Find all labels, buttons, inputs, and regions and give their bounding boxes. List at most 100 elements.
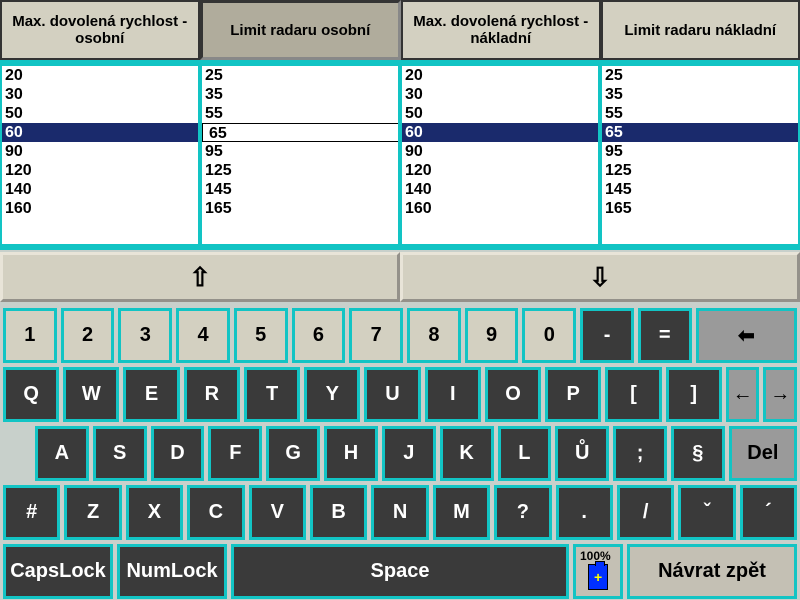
key-ˇ[interactable]: ˇ	[678, 485, 735, 540]
key-B[interactable]: B	[310, 485, 367, 540]
list-item[interactable]: 165	[202, 199, 398, 218]
key-7[interactable]: 7	[349, 308, 403, 363]
key-;[interactable]: ;	[613, 426, 667, 481]
list-item[interactable]: 65	[602, 123, 798, 142]
key-Y[interactable]: Y	[304, 367, 360, 422]
list-item[interactable]: 25	[202, 66, 398, 85]
key-4[interactable]: 4	[176, 308, 230, 363]
key-V[interactable]: V	[249, 485, 306, 540]
list-item[interactable]: 145	[602, 180, 798, 199]
key-5[interactable]: 5	[234, 308, 288, 363]
list-item[interactable]: 65	[202, 123, 400, 142]
list-column-0[interactable]: 2030506090120140160	[0, 64, 200, 246]
key-T[interactable]: T	[244, 367, 300, 422]
header-tab-1[interactable]: Limit radaru osobní	[200, 0, 402, 60]
list-item[interactable]: 60	[402, 123, 598, 142]
list-item[interactable]: 125	[202, 161, 398, 180]
list-item[interactable]: 125	[602, 161, 798, 180]
key-3[interactable]: 3	[118, 308, 172, 363]
key-X[interactable]: X	[126, 485, 183, 540]
list-item[interactable]: 145	[202, 180, 398, 199]
numlock-key[interactable]: NumLock	[117, 544, 227, 599]
key-1[interactable]: 1	[3, 308, 57, 363]
key-K[interactable]: K	[440, 426, 494, 481]
key--[interactable]: -	[580, 308, 634, 363]
key-D[interactable]: D	[151, 426, 205, 481]
list-item[interactable]: 60	[2, 123, 198, 142]
list-item[interactable]: 160	[402, 199, 598, 218]
key-G[interactable]: G	[266, 426, 320, 481]
list-item[interactable]: 20	[402, 66, 598, 85]
key-O[interactable]: O	[485, 367, 541, 422]
key-⬅[interactable]: ⬅	[696, 308, 797, 363]
key-←[interactable]: ←	[726, 367, 760, 422]
key-][interactable]: ]	[666, 367, 722, 422]
key-I[interactable]: I	[425, 367, 481, 422]
space-key[interactable]: Space	[231, 544, 569, 599]
list-item[interactable]: 25	[602, 66, 798, 85]
list-item[interactable]: 160	[2, 199, 198, 218]
key-R[interactable]: R	[184, 367, 240, 422]
key-H[interactable]: H	[324, 426, 378, 481]
key-Q[interactable]: Q	[3, 367, 59, 422]
list-item[interactable]: 120	[2, 161, 198, 180]
list-item[interactable]: 90	[2, 142, 198, 161]
down-button[interactable]: ⇩	[400, 252, 800, 302]
key-´[interactable]: ´	[740, 485, 797, 540]
key-→[interactable]: →	[763, 367, 797, 422]
key-=[interactable]: =	[638, 308, 692, 363]
list-item[interactable]: 165	[602, 199, 798, 218]
key-C[interactable]: C	[187, 485, 244, 540]
key-S[interactable]: S	[93, 426, 147, 481]
key-N[interactable]: N	[371, 485, 428, 540]
list-item[interactable]: 30	[402, 85, 598, 104]
list-item[interactable]: 90	[402, 142, 598, 161]
key-A[interactable]: A	[35, 426, 89, 481]
capslock-key[interactable]: CapsLock	[3, 544, 113, 599]
list-item[interactable]: 35	[202, 85, 398, 104]
key-6[interactable]: 6	[292, 308, 346, 363]
key-Z[interactable]: Z	[64, 485, 121, 540]
list-column-2[interactable]: 2030506090120140160	[400, 64, 600, 246]
key-/[interactable]: /	[617, 485, 674, 540]
header-tab-0[interactable]: Max. dovolená rychlost - osobní	[0, 0, 200, 60]
list-item[interactable]: 20	[2, 66, 198, 85]
back-button[interactable]: Návrat zpět	[627, 544, 797, 599]
key-P[interactable]: P	[545, 367, 601, 422]
key-Del[interactable]: Del	[729, 426, 797, 481]
key-§[interactable]: §	[671, 426, 725, 481]
list-item[interactable]: 35	[602, 85, 798, 104]
list-item[interactable]: 50	[2, 104, 198, 123]
list-item[interactable]: 140	[402, 180, 598, 199]
key-J[interactable]: J	[382, 426, 436, 481]
key-8[interactable]: 8	[407, 308, 461, 363]
key-?[interactable]: ?	[494, 485, 551, 540]
list-item[interactable]: 140	[2, 180, 198, 199]
list-column-3[interactable]: 2535556595125145165	[600, 64, 800, 246]
list-item[interactable]: 30	[2, 85, 198, 104]
key-.[interactable]: .	[556, 485, 613, 540]
list-item[interactable]: 55	[202, 104, 398, 123]
key-[[interactable]: [	[605, 367, 661, 422]
header-tab-3[interactable]: Limit radaru nákladní	[601, 0, 800, 60]
key-2[interactable]: 2	[61, 308, 115, 363]
key-0[interactable]: 0	[522, 308, 576, 363]
list-item[interactable]: 95	[602, 142, 798, 161]
key-#[interactable]: #	[3, 485, 60, 540]
list-item[interactable]: 50	[402, 104, 598, 123]
list-column-1[interactable]: 2535556595125145165	[200, 64, 400, 246]
key-E[interactable]: E	[123, 367, 179, 422]
key-W[interactable]: W	[63, 367, 119, 422]
up-button[interactable]: ⇧	[0, 252, 400, 302]
key-Ů[interactable]: Ů	[555, 426, 609, 481]
key-9[interactable]: 9	[465, 308, 519, 363]
key-U[interactable]: U	[364, 367, 420, 422]
key-L[interactable]: L	[498, 426, 552, 481]
list-item[interactable]: 95	[202, 142, 398, 161]
header-tab-2[interactable]: Max. dovolená rychlost - nákladní	[401, 0, 601, 60]
list-item[interactable]: 120	[402, 161, 598, 180]
key-M[interactable]: M	[433, 485, 490, 540]
key-F[interactable]: F	[208, 426, 262, 481]
list-item[interactable]: 55	[602, 104, 798, 123]
lists-area: 2030506090120140160253555659512514516520…	[0, 60, 800, 250]
